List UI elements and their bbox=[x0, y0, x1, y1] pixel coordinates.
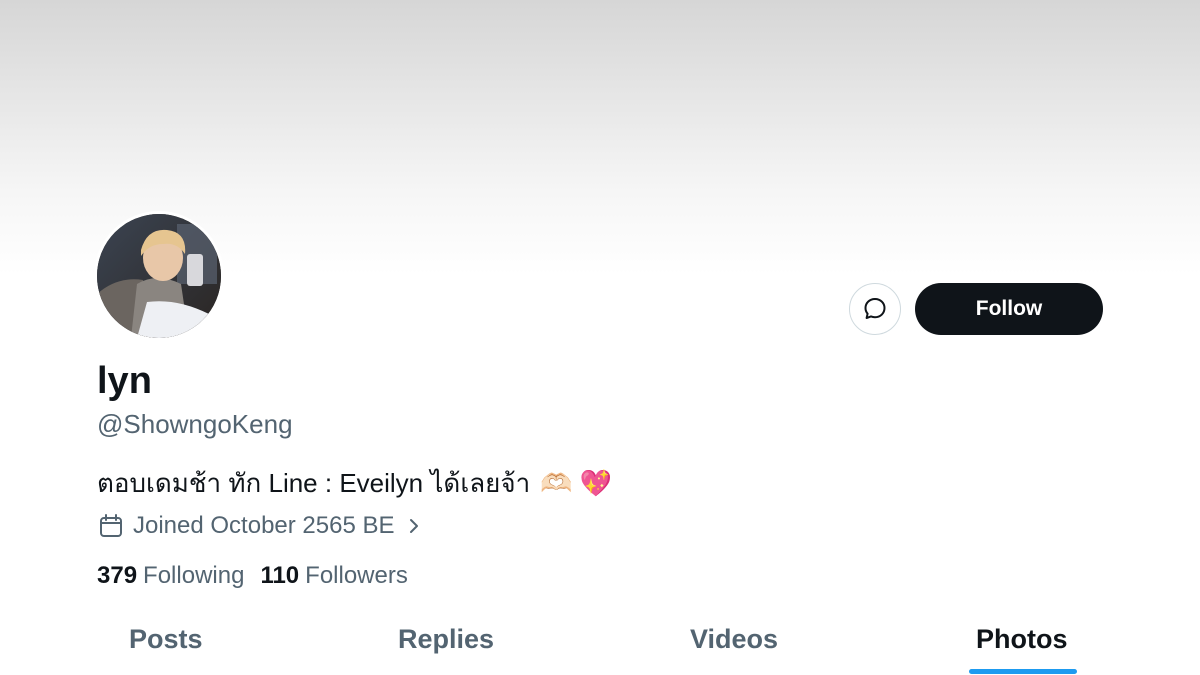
chevron-right-icon bbox=[409, 519, 418, 533]
following-stat[interactable]: 379 Following bbox=[97, 560, 244, 592]
avatar[interactable] bbox=[94, 211, 224, 341]
bio-text: ตอบเดมช้า ทัก Line : Eveilyn ได้เลยจ้า bbox=[97, 468, 531, 498]
message-button[interactable] bbox=[849, 283, 901, 335]
following-label: Following bbox=[143, 562, 245, 589]
active-tab-indicator bbox=[969, 669, 1077, 674]
following-count: 379 bbox=[97, 562, 138, 589]
followers-stat[interactable]: 110 Followers bbox=[260, 560, 407, 592]
bio-emojis: 🫶🏻 💖 bbox=[540, 468, 613, 498]
tab-posts[interactable]: Posts bbox=[129, 622, 203, 656]
username-handle: @ShowngoKeng bbox=[97, 409, 293, 439]
followers-label: Followers bbox=[305, 562, 408, 589]
joined-date[interactable]: Joined October 2565 BE bbox=[97, 510, 423, 542]
calendar-icon bbox=[100, 514, 122, 537]
tab-videos[interactable]: Videos bbox=[690, 622, 778, 656]
tab-photos[interactable]: Photos bbox=[976, 622, 1068, 656]
follow-stats: 379 Following 110 Followers bbox=[97, 560, 424, 592]
followers-count: 110 bbox=[260, 562, 300, 589]
profile-tabs: Posts Replies Videos Photos bbox=[0, 612, 1200, 675]
bio: ตอบเดมช้า ทัก Line : Eveilyn ได้เลยจ้า 🫶… bbox=[97, 465, 612, 501]
profile-page: Follow lyn @ShowngoKeng ตอบเดมช้า ทัก Li… bbox=[0, 0, 1200, 675]
tab-replies[interactable]: Replies bbox=[398, 622, 494, 656]
avatar-photo bbox=[97, 214, 221, 338]
follow-button[interactable]: Follow bbox=[915, 283, 1103, 335]
display-name: lyn bbox=[97, 360, 152, 402]
joined-label: Joined October 2565 BE bbox=[133, 512, 395, 539]
message-icon bbox=[864, 298, 886, 319]
avatar-photo-image bbox=[97, 214, 221, 338]
